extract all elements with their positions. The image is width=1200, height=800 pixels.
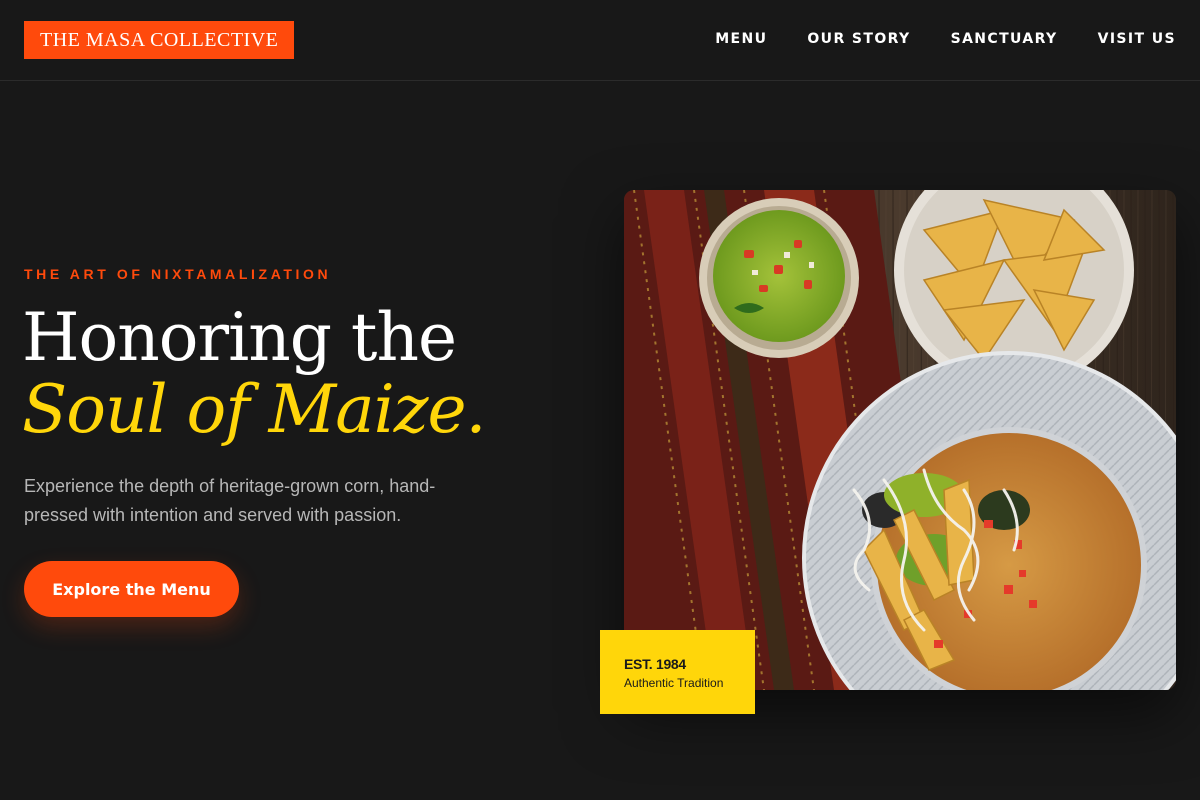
established-badge: EST. 1984 Authentic Tradition [600,630,755,714]
badge-established: EST. 1984 [624,656,686,672]
explore-menu-button[interactable]: Explore the Menu [24,561,239,617]
brand-logo[interactable]: THE MASA COLLECTIVE [24,21,295,59]
badge-tagline: Authentic Tradition [624,676,724,690]
hero-description: Experience the depth of heritage-grown c… [24,476,436,525]
nav-item-visit-us[interactable]: VISIT US [1098,29,1176,49]
hero-headline-line2: Soul of Maize. [22,371,487,448]
nav-item-menu[interactable]: MENU [715,29,767,49]
hero-headline: Honoring the Soul of Maize. [22,299,487,448]
food-illustration [624,190,1176,690]
hero-eyebrow: THE ART OF NIXTAMALIZATION [24,266,332,282]
site-header: THE MASA COLLECTIVE MENU OUR STORY SANCT… [0,0,1200,81]
nav-item-our-story[interactable]: OUR STORY [807,29,910,49]
hero-food-photo [624,190,1176,690]
nav-item-sanctuary[interactable]: SANCTUARY [951,29,1058,49]
hero-headline-line1: Honoring the [22,299,457,376]
main-nav: MENU OUR STORY SANCTUARY VISIT US [715,29,1176,49]
